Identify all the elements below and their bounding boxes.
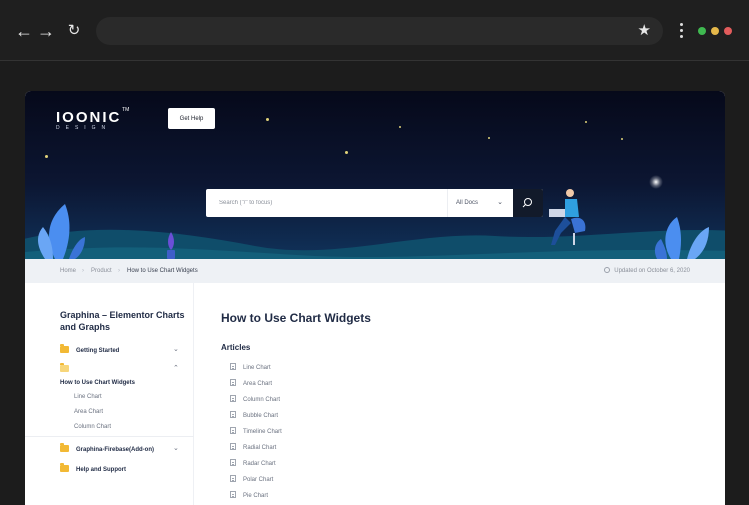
search-button[interactable] <box>513 189 543 217</box>
updated-date: Updated on October 6, 2020 <box>604 259 690 283</box>
article-link-area-chart[interactable]: Area Chart <box>230 379 272 389</box>
star-decoration <box>488 137 490 139</box>
sidebar-item-firebase[interactable]: Graphina-Firebase(Add-on) <box>60 443 155 453</box>
sidebar-subitem[interactable]: Line Chart <box>74 394 102 400</box>
chevron-down-icon: ⌄ <box>497 199 503 206</box>
article-link-line-chart[interactable]: Line Chart <box>230 363 271 373</box>
browser-toolbar: ← → ↻ ★ <box>0 0 749 61</box>
document-icon <box>230 411 236 418</box>
article-label: Polar Chart <box>243 477 274 483</box>
article-link-timeline-chart[interactable]: Timeline Chart <box>230 427 282 437</box>
article-link-pie-chart[interactable]: Pie Chart <box>230 491 268 501</box>
star-decoration <box>585 121 587 123</box>
folder-icon <box>60 443 69 452</box>
breadcrumb-current: How to Use Chart Widgets <box>127 268 198 274</box>
star-icon[interactable]: ★ <box>638 21 651 39</box>
sidebar-item-getting-started[interactable]: Getting Started <box>60 344 120 354</box>
plant-illustration <box>38 204 85 259</box>
folder-icon <box>60 344 69 353</box>
plant-illustration-right <box>654 217 709 259</box>
star-decoration <box>45 155 48 158</box>
article-label: Pie Chart <box>243 493 269 499</box>
document-icon <box>230 459 236 466</box>
arrow-left-icon[interactable]: ← <box>13 20 35 42</box>
document-icon <box>230 427 236 434</box>
sidebar-title: Graphina – Elementor Charts and Graphs <box>60 310 185 332</box>
article-link-bubble-chart[interactable]: Bubble Chart <box>230 411 278 421</box>
breadcrumb: Home › Product › How to Use Chart Widget… <box>25 259 725 283</box>
article-label: Bubble Chart <box>243 413 279 419</box>
document-icon <box>230 395 236 402</box>
articles-heading: Articles <box>221 343 251 352</box>
document-icon <box>230 475 236 482</box>
article-label: Radial Chart <box>243 445 277 451</box>
article-link-column-chart[interactable]: Column Chart <box>230 395 280 405</box>
folder-icon <box>60 463 69 472</box>
chevron-up-icon[interactable]: ⌃ <box>173 364 179 372</box>
logo[interactable]: IOONIC DESIGN TM <box>56 107 129 131</box>
breadcrumb-product[interactable]: Product <box>91 259 112 283</box>
sidebar-item-chart-widgets[interactable]: How to Use Chart Widgets <box>60 380 135 386</box>
article-link-polar-chart[interactable]: Polar Chart <box>230 475 273 485</box>
breadcrumb-separator: › <box>82 268 84 274</box>
document-icon <box>230 443 236 450</box>
sidebar-divider <box>25 436 194 437</box>
document-icon <box>230 379 236 386</box>
docs-scope-select[interactable]: All Docs ⌄ <box>447 189 513 217</box>
get-help-button[interactable]: Get Help <box>168 108 215 129</box>
article-label: Timeline Chart <box>243 429 282 435</box>
web-page: IOONIC DESIGN TM Get Help All Docs ⌄ Hom… <box>25 91 725 505</box>
trademark-mark: TM <box>122 107 130 113</box>
sidebar-item-label: Getting Started <box>76 348 120 354</box>
chevron-down-icon[interactable]: ⌄ <box>173 345 179 353</box>
sidebar-item-label: Graphina-Firebase(Add-on) <box>76 447 155 453</box>
kebab-menu-icon[interactable] <box>680 23 684 39</box>
breadcrumb-home[interactable]: Home <box>60 259 76 283</box>
search-input[interactable] <box>206 189 447 217</box>
glow-decoration <box>649 175 663 189</box>
clock-icon <box>604 267 611 273</box>
star-decoration <box>621 138 623 140</box>
person-laptop-illustration <box>549 189 586 245</box>
star-decoration <box>266 118 269 121</box>
article-label: Area Chart <box>243 381 273 387</box>
docs-sidebar: Graphina – Elementor Charts and Graphs G… <box>25 283 194 505</box>
sidebar-subitem[interactable]: Area Chart <box>74 409 103 415</box>
article-label: Column Chart <box>243 397 281 403</box>
sidebar-subitem[interactable]: Column Chart <box>74 424 111 430</box>
small-plant-illustration <box>167 232 175 259</box>
search-bar: All Docs ⌄ <box>206 189 543 217</box>
star-decoration <box>345 151 348 154</box>
hero-banner: IOONIC DESIGN TM Get Help All Docs ⌄ <box>25 91 725 259</box>
search-icon <box>522 198 532 208</box>
page-title: How to Use Chart Widgets <box>221 311 371 325</box>
article-label: Line Chart <box>243 365 271 371</box>
article-label: Radar Chart <box>243 461 276 467</box>
article-link-radar-chart[interactable]: Radar Chart <box>230 459 276 469</box>
window-dot-yellow[interactable] <box>711 27 719 35</box>
docs-scope-value: All Docs <box>456 200 479 206</box>
logo-text: IOONIC <box>56 109 122 126</box>
breadcrumb-separator: › <box>118 268 120 274</box>
hill-illustration <box>25 229 725 259</box>
document-icon <box>230 491 236 498</box>
folder-open-icon <box>60 363 69 372</box>
arrow-right-icon[interactable]: → <box>35 20 57 42</box>
chevron-down-icon[interactable]: ⌄ <box>173 444 179 452</box>
sidebar-item-label: Help and Support <box>76 467 126 473</box>
article-link-radial-chart[interactable]: Radial Chart <box>230 443 276 453</box>
sidebar-item-help-support[interactable]: Help and Support <box>60 463 126 473</box>
window-dot-green[interactable] <box>698 27 706 35</box>
folder-open-item[interactable] <box>60 363 76 373</box>
window-dot-red[interactable] <box>724 27 732 35</box>
document-icon <box>230 363 236 370</box>
address-bar[interactable]: ★ <box>96 17 663 45</box>
reload-icon[interactable]: ↻ <box>63 20 85 42</box>
updated-text: Updated on October 6, 2020 <box>614 268 690 274</box>
star-decoration <box>399 126 401 128</box>
